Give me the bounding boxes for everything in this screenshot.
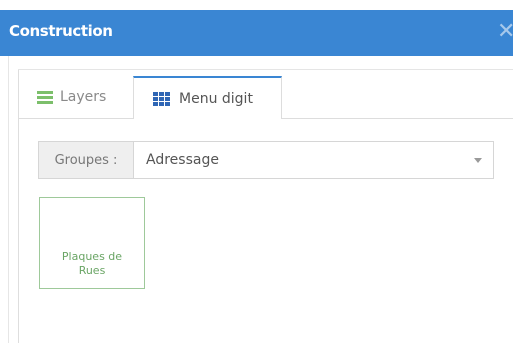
tile-label-line-2: Rues [78, 264, 106, 277]
panel-title: Construction [9, 22, 113, 40]
tab-layers-label: Layers [60, 89, 107, 105]
panel-header: Construction ✕ [0, 10, 513, 56]
tab-menu-digit-label: Menu digit [179, 90, 253, 107]
tab-menu-digit[interactable]: Menu digit [133, 76, 282, 119]
groupes-row: Groupes : Adressage [38, 141, 494, 179]
close-icon[interactable]: ✕ [497, 18, 513, 46]
bars-icon [37, 90, 53, 104]
construction-panel: Construction ✕ Layers Menu digit Groupes… [0, 0, 513, 343]
grid-icon [153, 91, 170, 106]
tile-label-line-1: Plaques de [61, 250, 123, 263]
chevron-down-icon [474, 158, 482, 163]
panel-body-top-border [18, 69, 513, 70]
panel-left-border [8, 56, 9, 343]
groupes-select[interactable]: Adressage [134, 142, 493, 178]
tile-plaques-de-rues[interactable]: Plaques de Rues [39, 197, 145, 289]
tile-label: Plaques de Rues [40, 250, 144, 278]
groupes-selected-value: Adressage [146, 152, 219, 168]
tab-layers[interactable]: Layers [19, 76, 132, 118]
groupes-label: Groupes : [39, 142, 134, 178]
